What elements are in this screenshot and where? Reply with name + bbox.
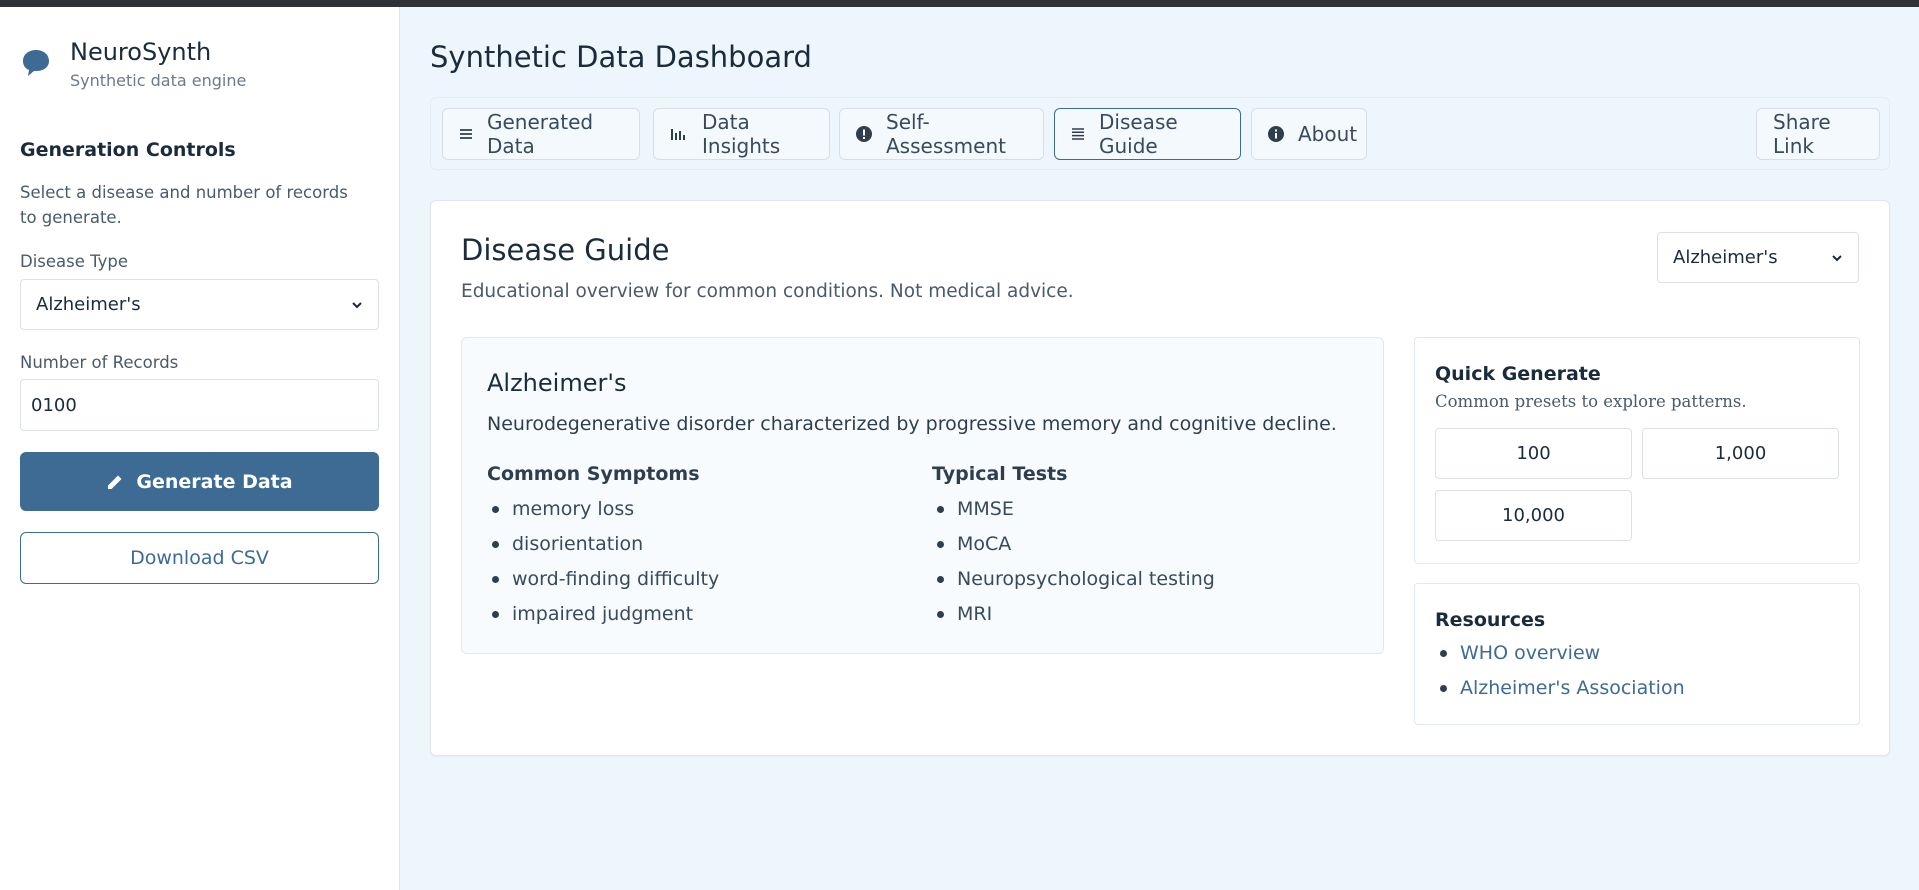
disease-description: Neurodegenerative disorder characterized… <box>487 413 1337 435</box>
tab-about[interactable]: About <box>1251 108 1367 160</box>
preset-1000-button[interactable]: 1,000 <box>1642 428 1839 479</box>
brand-subtitle: Synthetic data engine <box>70 71 247 90</box>
resources-list: WHO overview Alzheimer's Association <box>1435 642 1685 712</box>
list-item: memory loss <box>487 498 719 533</box>
sidebar-heading: Generation Controls <box>20 139 236 161</box>
resource-link-alz-association[interactable]: Alzheimer's Association <box>1435 677 1685 712</box>
disease-type-select[interactable]: Alzheimer's <box>20 279 379 330</box>
preset-100-button[interactable]: 100 <box>1435 428 1632 479</box>
bar-chart-icon <box>670 127 688 141</box>
download-csv-button[interactable]: Download CSV <box>20 532 379 584</box>
tests-heading: Typical Tests <box>932 463 1068 485</box>
list-item: MMSE <box>932 498 1215 533</box>
resources-title: Resources <box>1435 609 1546 631</box>
sidebar-description: Select a disease and number of records t… <box>20 183 348 227</box>
quick-generate-card: Quick Generate Common presets to explore… <box>1414 337 1860 564</box>
brand-name: NeuroSynth <box>70 38 212 66</box>
guide-disease-value: Alzheimer's <box>1673 247 1778 268</box>
list-item: Neuropsychological testing <box>932 568 1215 603</box>
generate-data-label: Generate Data <box>136 470 293 493</box>
symptoms-heading: Common Symptoms <box>487 463 700 485</box>
list-item: impaired judgment <box>487 603 719 638</box>
quick-generate-subtitle: Common presets to explore patterns. <box>1435 392 1747 411</box>
guide-disease-select[interactable]: Alzheimer's <box>1657 232 1859 283</box>
tab-label: Disease Guide <box>1099 110 1178 158</box>
window-top-bar <box>0 0 1919 7</box>
chevron-down-icon <box>1832 254 1842 261</box>
guide-list-icon <box>1071 127 1085 141</box>
pencil-icon <box>108 475 122 489</box>
tests-list: MMSE MoCA Neuropsychological testing MRI <box>932 498 1215 638</box>
list-item: MRI <box>932 603 1215 638</box>
info-icon <box>1268 126 1284 142</box>
list-item: MoCA <box>932 533 1215 568</box>
exclamation-icon <box>856 126 872 142</box>
tab-label: About <box>1298 122 1358 146</box>
brain-chat-icon <box>23 50 49 76</box>
preset-10000-button[interactable]: 10,000 <box>1435 490 1632 541</box>
tab-label: Generated Data <box>487 110 594 158</box>
disease-type-label: Disease Type <box>20 252 129 271</box>
tab-disease-guide[interactable]: Disease Guide <box>1054 108 1241 160</box>
list-item: disorientation <box>487 533 719 568</box>
tab-label: Self-Assessment <box>886 110 1006 158</box>
symptoms-list: memory loss disorientation word-finding … <box>487 498 719 638</box>
generate-data-button[interactable]: Generate Data <box>20 452 379 511</box>
records-input[interactable]: 0100 <box>20 379 379 431</box>
disease-card: Alzheimer's Neurodegenerative disorder c… <box>461 337 1384 654</box>
disease-name: Alzheimer's <box>487 369 627 397</box>
records-label: Number of Records <box>20 353 179 372</box>
tab-bar: Generated Data Data Insights Self-Assess… <box>430 97 1890 170</box>
brand: NeuroSynth Synthetic data engine <box>20 37 246 90</box>
sidebar: NeuroSynth Synthetic data engine Generat… <box>0 7 400 890</box>
quick-generate-title: Quick Generate <box>1435 363 1601 385</box>
tab-self-assessment[interactable]: Self-Assessment <box>839 108 1044 160</box>
resource-link-who[interactable]: WHO overview <box>1435 642 1685 677</box>
resources-card: Resources WHO overview Alzheimer's Assoc… <box>1414 583 1860 725</box>
disease-guide-panel: Disease Guide Educational overview for c… <box>430 200 1890 756</box>
tab-generated-data[interactable]: Generated Data <box>442 108 640 160</box>
page-title: Synthetic Data Dashboard <box>430 40 812 74</box>
share-link-button[interactable]: Share Link <box>1756 108 1880 160</box>
list-icon <box>459 127 473 141</box>
chevron-down-icon <box>352 301 362 308</box>
panel-title: Disease Guide <box>461 233 670 267</box>
tab-data-insights[interactable]: Data Insights <box>653 108 830 160</box>
disease-type-value: Alzheimer's <box>36 294 141 315</box>
tab-label: Data Insights <box>702 110 781 158</box>
list-item: word-finding difficulty <box>487 568 719 603</box>
panel-subtitle: Educational overview for common conditio… <box>461 281 1074 302</box>
